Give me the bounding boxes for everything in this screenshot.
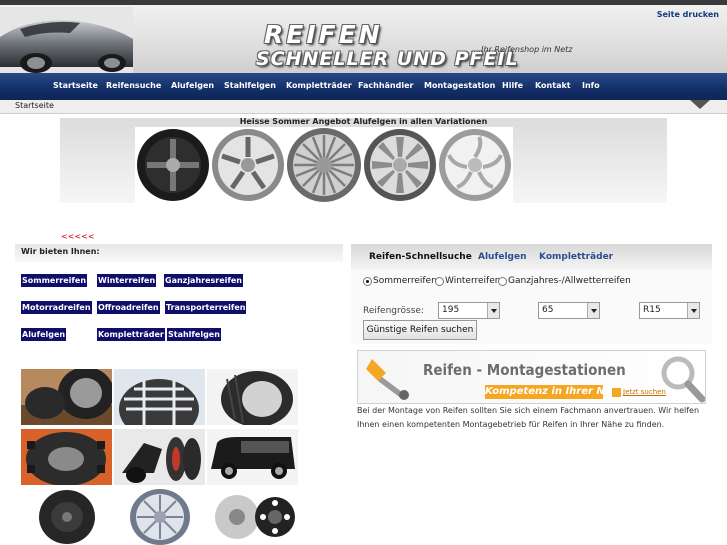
nav-info[interactable]: Info (582, 81, 600, 90)
nav-alufelgen[interactable]: Alufelgen (171, 81, 214, 90)
category-offroadreifen[interactable]: Offroadreifen (97, 301, 160, 314)
chevron-down-icon[interactable] (687, 303, 699, 318)
tire-ratio-select[interactable]: 65 (538, 302, 600, 319)
radio-checked-icon[interactable] (363, 276, 372, 286)
nav-pointer-icon (690, 100, 710, 109)
search-tires-button[interactable]: Günstige Reifen suchen (363, 320, 477, 340)
radio-unchecked-icon[interactable] (435, 276, 444, 286)
category-komplettraeder[interactable]: Kompletträder (97, 328, 165, 341)
montage-title: Reifen - Montagestationen (423, 361, 626, 379)
print-page-link[interactable]: Seite drucken (657, 10, 719, 19)
back-link[interactable]: <<<<< (61, 232, 95, 241)
radio-sommerreifen[interactable]: Sommerreifen (363, 276, 437, 286)
main-nav: Startseite Reifensuche Alufelgen Stahlfe… (0, 73, 727, 100)
nav-reifensuche[interactable]: Reifensuche (106, 81, 161, 90)
montage-search-now-link[interactable]: Jetzt suchen (623, 388, 666, 396)
nav-hilfe[interactable]: Hilfe (502, 81, 523, 90)
thumb-summer-tire[interactable] (21, 369, 112, 425)
nav-startseite[interactable]: Startseite (53, 81, 98, 90)
radio-sommerreifen-label: Sommerreifen (373, 276, 437, 286)
montage-banner[interactable]: Reifen - Montagestationen Kompetenz in I… (357, 350, 706, 404)
tire-width-value: 195 (442, 305, 460, 315)
category-motorradreifen[interactable]: Motorradreifen (21, 301, 92, 314)
tab-komplettraeder[interactable]: Kompletträder (539, 252, 613, 262)
tire-rim-select[interactable]: R15 (639, 302, 700, 319)
logo-line-1: REIFEN (264, 20, 383, 49)
thumb-steel-wheel-tire[interactable] (21, 489, 112, 545)
chevron-down-icon[interactable] (487, 303, 499, 318)
nav-montagestation[interactable]: Montagestation (424, 81, 495, 90)
sports-car-image (0, 7, 133, 73)
wrench-icon (366, 359, 409, 400)
page: REIFEN SCHNELLER UND PFEIL ....Ihr Reife… (0, 0, 727, 545)
tire-rim-value: R15 (643, 305, 661, 315)
radio-unchecked-icon[interactable] (498, 276, 507, 286)
tire-width-select[interactable]: 195 (438, 302, 500, 319)
category-ganzjahresreifen[interactable]: Ganzjahresreifen (164, 274, 243, 287)
chevron-down-icon[interactable] (587, 303, 599, 318)
radio-ganzjahresreifen-label: Ganzjahres-/Allwetterreifen (508, 276, 631, 286)
tire-ratio-value: 65 (542, 305, 554, 315)
header: REIFEN SCHNELLER UND PFEIL ....Ihr Reife… (0, 5, 727, 73)
radio-winterreifen[interactable]: Winterreifen (435, 276, 500, 286)
alloy-wheels-image[interactable] (135, 127, 513, 203)
thumb-transporter-van[interactable] (207, 429, 298, 485)
thumb-steel-rims[interactable] (207, 489, 298, 545)
category-alufelgen[interactable]: Alufelgen (21, 328, 67, 341)
category-sommerreifen[interactable]: Sommerreifen (21, 274, 88, 287)
radio-ganzjahresreifen[interactable]: Ganzjahres-/Allwetterreifen (498, 276, 631, 286)
thumb-alloy-wheel[interactable] (114, 489, 205, 545)
arrow-right-icon (612, 388, 621, 397)
offers-title: Wir bieten Ihnen: (21, 247, 100, 256)
breadcrumb[interactable]: Startseite (15, 101, 54, 110)
category-winterreifen[interactable]: Winterreifen (97, 274, 157, 287)
thumb-winter-tire[interactable] (114, 369, 205, 425)
tire-size-label: Reifengrösse: (363, 306, 424, 316)
nav-komplettraeder[interactable]: Kompletträder (286, 81, 352, 90)
thumb-offroad-tire[interactable] (21, 429, 112, 485)
breadcrumb-bar: Startseite (0, 100, 727, 114)
nav-stahlfelgen[interactable]: Stahlfelgen (224, 81, 276, 90)
tab-alufelgen[interactable]: Alufelgen (478, 252, 527, 262)
category-transporterreifen[interactable]: Transporterreifen (165, 301, 247, 314)
tab-reifen-schnellsuche[interactable]: Reifen-Schnellsuche (369, 252, 472, 262)
thumb-motorcycle-tires[interactable] (114, 429, 205, 485)
nav-fachhaendler[interactable]: Fachhändler (358, 81, 413, 90)
montage-subtitle: Kompetenz in Ihrer Nähe. (485, 385, 630, 399)
category-stahlfelgen[interactable]: Stahlfelgen (167, 328, 221, 341)
tagline: ....Ihr Reifenshop im Netz (471, 45, 573, 54)
montage-description: Bei der Montage von Reifen sollten Sie s… (357, 406, 700, 429)
promo-banner-title: Heisse Sommer Angebot Alufelgen in allen… (239, 117, 488, 126)
thumb-allseason-tire[interactable] (207, 369, 298, 425)
nav-kontakt[interactable]: Kontakt (535, 81, 571, 90)
radio-winterreifen-label: Winterreifen (445, 276, 501, 286)
